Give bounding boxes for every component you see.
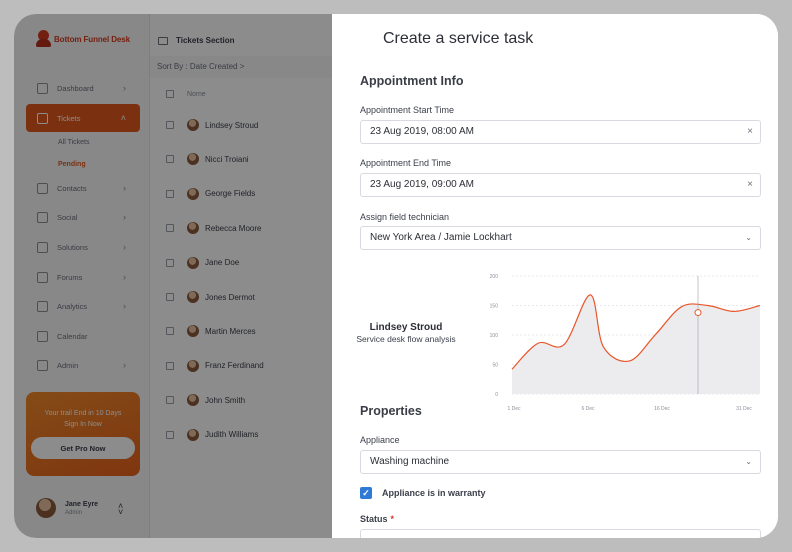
clear-icon[interactable]: × [747, 121, 753, 143]
clear-icon[interactable]: × [747, 174, 753, 196]
technician-label: Assign field technician [360, 212, 450, 222]
y-tick-label: 200 [490, 274, 499, 280]
modal-backdrop[interactable] [14, 14, 332, 538]
end-time-label: Appointment End Time [360, 158, 452, 168]
flow-analysis-chart: 0 50 100 150 200 1 Dec 6 Dec 16 Dec 31 Dec [490, 274, 761, 412]
start-time-label: Appointment Start Time [360, 105, 455, 115]
y-tick-label: 0 [495, 392, 498, 398]
end-time-value: 23 Aug 2019, 09:00 AM [370, 179, 474, 190]
appliance-select[interactable]: Washing machine ⌄ [360, 450, 761, 474]
start-time-value: 23 Aug 2019, 08:00 AM [370, 126, 474, 137]
x-tick-label: 6 Dec [581, 406, 595, 412]
y-tick-label: 100 [490, 333, 499, 339]
status-label-text: Status [360, 514, 388, 524]
x-tick-label: 16 Dec [654, 406, 670, 412]
data-point-marker [694, 309, 702, 317]
warranty-checkbox-row[interactable]: ✓ Appliance is in warranty [360, 487, 486, 499]
section-properties: Properties [360, 404, 422, 418]
app-window: Bottom Funnel Desk Dashboard › Tickets ˄… [14, 14, 778, 538]
section-appointment-info: Appointment Info [360, 74, 464, 88]
chevron-down-icon: ⌄ [745, 457, 752, 466]
chart-title: Lindsey Stroud [369, 322, 443, 333]
technician-value: New York Area / Jamie Lockhart [370, 232, 512, 243]
status-label: Status * [360, 514, 394, 524]
start-time-field[interactable]: 23 Aug 2019, 08:00 AM × [360, 120, 761, 144]
y-tick-label: 50 [492, 363, 498, 369]
panel-title: Create a service task [383, 30, 534, 47]
required-marker: * [390, 514, 395, 524]
technician-select[interactable]: New York Area / Jamie Lockhart ⌄ [360, 226, 761, 250]
appliance-label: Appliance [360, 435, 400, 445]
warranty-label: Appliance is in warranty [382, 488, 486, 498]
chart-subtitle: Service desk flow analysis [356, 334, 456, 344]
y-tick-label: 150 [490, 304, 499, 310]
appliance-value: Washing machine [370, 456, 450, 467]
x-tick-label: 1 Dec [507, 406, 521, 412]
warranty-checkbox[interactable]: ✓ [360, 487, 372, 499]
chevron-down-icon: ⌄ [745, 233, 752, 242]
x-tick-label: 31 Dec [736, 406, 752, 412]
end-time-field[interactable]: 23 Aug 2019, 09:00 AM × [360, 173, 761, 197]
status-select[interactable] [360, 529, 761, 538]
service-task-panel: Create a service task Appointment Info A… [332, 14, 778, 538]
